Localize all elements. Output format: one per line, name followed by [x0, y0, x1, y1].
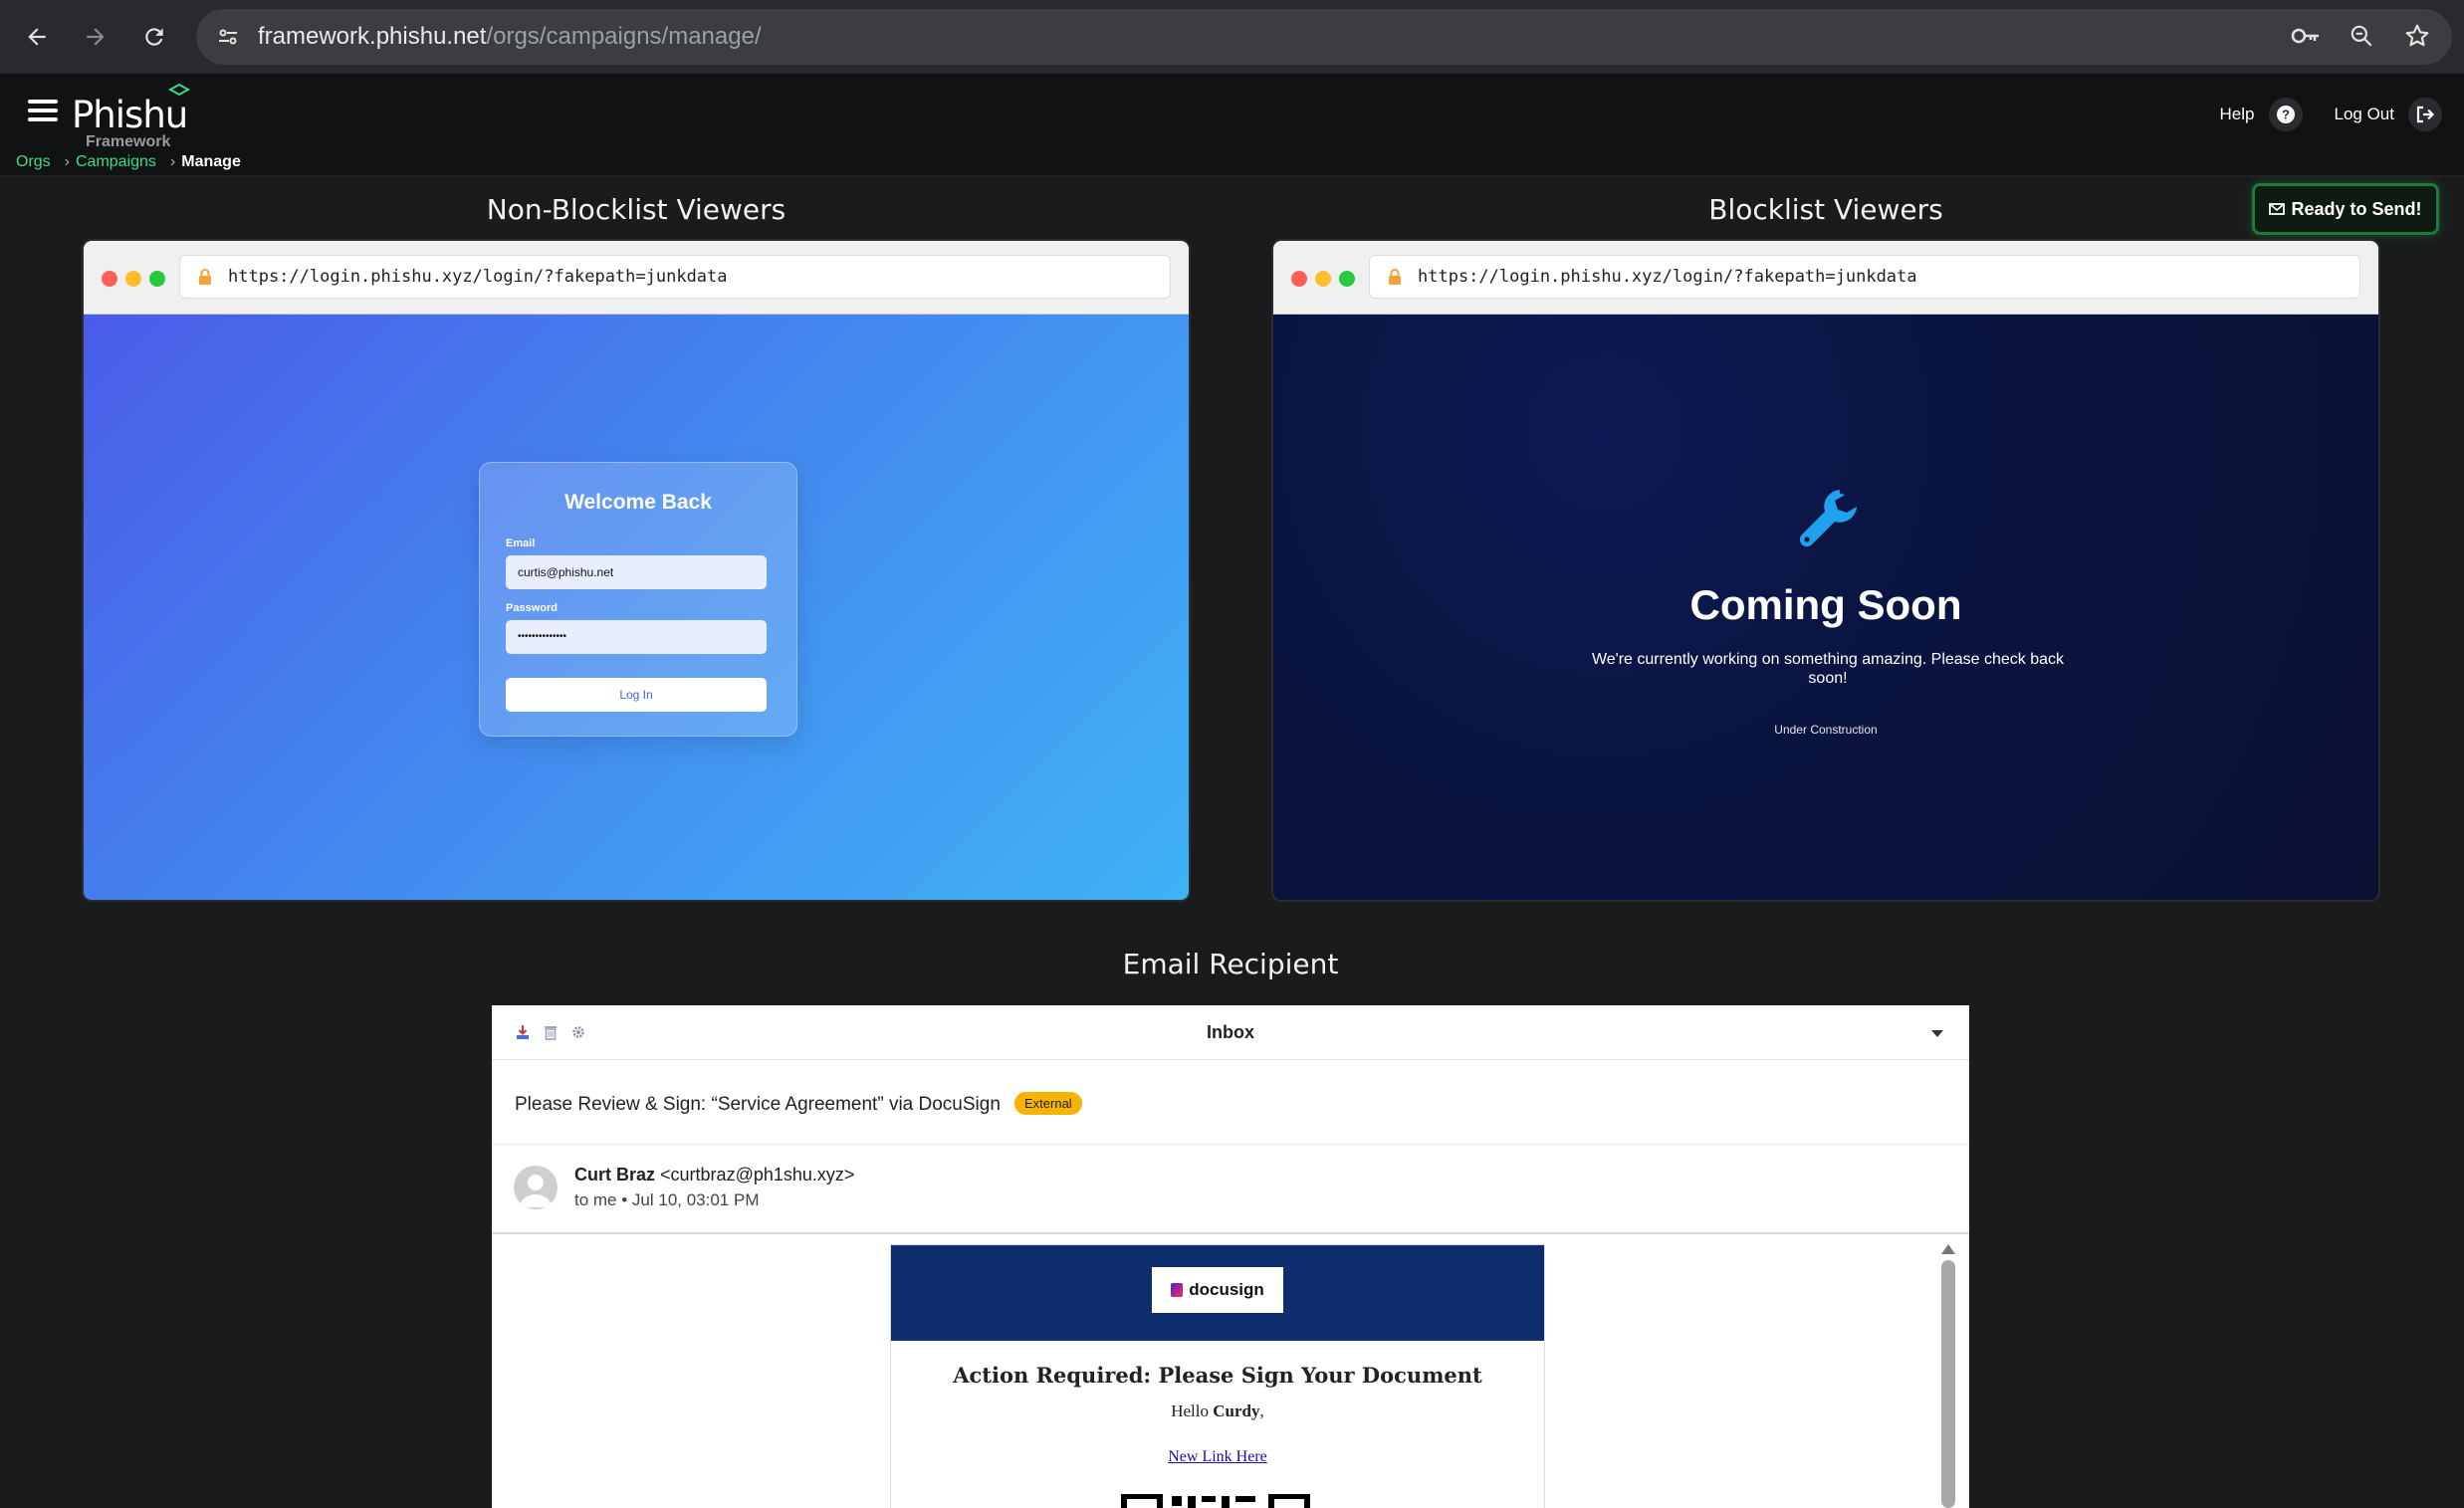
- under-construction-text: Under Construction: [1774, 723, 1878, 737]
- preview-url-text: https://login.phishu.xyz/login/?fakepath…: [1418, 267, 1917, 287]
- breadcrumb-campaigns[interactable]: Campaigns: [76, 153, 156, 171]
- url-text[interactable]: framework.phishu.net/orgs/campaigns/mana…: [258, 23, 762, 51]
- greeting-prefix: Hello: [1171, 1401, 1214, 1420]
- external-badge: External: [1014, 1092, 1082, 1115]
- ready-to-send-label: Ready to Send!: [2291, 198, 2422, 219]
- close-dot: [102, 271, 117, 287]
- login-title: Welcome Back: [564, 491, 712, 514]
- login-button[interactable]: Log In: [506, 678, 767, 712]
- email-recipient-title: Email Recipient: [1122, 948, 1339, 980]
- docusign-email-card: docusign Action Required: Please Sign Yo…: [890, 1244, 1545, 1508]
- coming-soon-preview: Coming Soon We're currently working on s…: [1273, 315, 2378, 900]
- blocklist-preview: https://login.phishu.xyz/login/?fakepath…: [1271, 239, 2380, 902]
- url-path: /orgs/campaigns/manage/: [486, 23, 762, 50]
- password-field[interactable]: ••••••••••••••: [506, 620, 767, 654]
- wrench-icon: [1799, 490, 1857, 547]
- password-label: Password: [506, 602, 558, 614]
- sender-line: Curt Braz <curtbraz@ph1shu.xyz>: [574, 1165, 854, 1185]
- chevron-down-icon[interactable]: [1931, 1030, 1943, 1037]
- email-subject-row: Please Review & Sign: “Service Agreement…: [492, 1061, 1969, 1145]
- preview-browser-bar: https://login.phishu.xyz/login/?fakepath…: [1273, 241, 2378, 315]
- blocklist-title: Blocklist Viewers: [1708, 193, 1943, 226]
- maximize-dot: [149, 271, 165, 287]
- email-body-title: Action Required: Please Sign Your Docume…: [953, 1363, 1482, 1388]
- preview-browser-bar: https://login.phishu.xyz/login/?fakepath…: [84, 241, 1189, 315]
- login-card: Welcome Back Email curtis@phishu.net Pas…: [479, 462, 797, 737]
- bookmark-star-icon[interactable]: [2400, 19, 2434, 53]
- avatar: [514, 1166, 558, 1209]
- breadcrumb-orgs[interactable]: Orgs: [16, 153, 51, 171]
- arrow-right-icon: [87, 28, 105, 46]
- back-button[interactable]: [13, 13, 61, 61]
- browser-toolbar: framework.phishu.net/orgs/campaigns/mana…: [0, 0, 2464, 74]
- sign-link[interactable]: New Link Here: [891, 1448, 1544, 1466]
- email-toolbar: Inbox: [492, 1005, 1969, 1060]
- logo-mark-icon: [168, 84, 190, 97]
- help-icon[interactable]: ?: [2268, 98, 2303, 131]
- breadcrumb-separator: ›: [64, 153, 70, 170]
- preview-url-text: https://login.phishu.xyz/login/?fakepath…: [228, 267, 728, 287]
- mail-icon: [2269, 203, 2286, 215]
- arrow-left-icon: [28, 28, 46, 46]
- zoom-icon[interactable]: [2345, 19, 2378, 53]
- email-subject: Please Review & Sign: “Service Agreement…: [515, 1094, 1001, 1115]
- logo[interactable]: Phishu Framework: [72, 84, 211, 150]
- logout-icon[interactable]: [2408, 98, 2442, 131]
- logo-subtitle: Framework: [86, 133, 171, 150]
- greeting-suffix: ,: [1259, 1401, 1264, 1420]
- svg-text:?: ?: [2282, 108, 2290, 122]
- site-settings-icon[interactable]: [212, 21, 244, 53]
- breadcrumb-separator: ›: [169, 153, 176, 170]
- logout-link[interactable]: Log Out: [2335, 105, 2395, 124]
- docusign-header: docusign: [891, 1245, 1544, 1341]
- menu-icon[interactable]: [28, 100, 58, 125]
- scroll-thumb[interactable]: [1941, 1260, 1955, 1508]
- non-blocklist-title: Non-Blocklist Viewers: [486, 193, 786, 226]
- email-greeting: Hello Curdy,: [891, 1401, 1544, 1421]
- email-body: docusign Action Required: Please Sign Yo…: [492, 1236, 1969, 1508]
- email-field[interactable]: curtis@phishu.net: [506, 555, 767, 589]
- close-dot: [1291, 271, 1307, 287]
- docusign-mark-icon: [1171, 1283, 1184, 1297]
- preview-url-bar: https://login.phishu.xyz/login/?fakepath…: [1369, 255, 2360, 299]
- email-scrollbar[interactable]: [1941, 1244, 1955, 1508]
- inbox-label[interactable]: Inbox: [492, 1022, 1969, 1043]
- qr-code: [1121, 1494, 1310, 1508]
- maximize-dot: [1339, 271, 1355, 287]
- help-link[interactable]: Help: [2220, 105, 2255, 124]
- docusign-logo: docusign: [1152, 1267, 1283, 1313]
- breadcrumb: Orgs › Campaigns › Manage: [16, 153, 241, 171]
- reload-button[interactable]: [130, 13, 178, 61]
- lock-icon: [1389, 269, 1401, 285]
- email-client: Inbox Please Review & Sign: “Service Agr…: [492, 1005, 1969, 1508]
- sender-email: <curtbraz@ph1shu.xyz>: [660, 1165, 855, 1185]
- coming-soon-text: We're currently working on something ama…: [1591, 651, 2065, 687]
- docusign-logo-text: docusign: [1189, 1280, 1264, 1299]
- sender-name: Curt Braz: [574, 1165, 656, 1185]
- non-blocklist-preview: https://login.phishu.xyz/login/?fakepath…: [82, 239, 1191, 902]
- key-icon[interactable]: [2289, 19, 2323, 53]
- breadcrumb-current: Manage: [181, 153, 241, 170]
- minimize-dot: [1315, 271, 1331, 287]
- forward-button[interactable]: [72, 13, 119, 61]
- email-label: Email: [506, 538, 536, 549]
- email-sender-row: Curt Braz <curtbraz@ph1shu.xyz> to me • …: [492, 1145, 1969, 1234]
- address-bar[interactable]: framework.phishu.net/orgs/campaigns/mana…: [196, 9, 2452, 65]
- scroll-up-icon[interactable]: [1941, 1244, 1955, 1254]
- recipient-name: Curdy: [1213, 1401, 1260, 1420]
- login-page-preview: Welcome Back Email curtis@phishu.net Pas…: [84, 315, 1189, 900]
- preview-url-bar: https://login.phishu.xyz/login/?fakepath…: [179, 255, 1171, 299]
- coming-soon-title: Coming Soon: [1689, 581, 1962, 628]
- email-meta: to me • Jul 10, 03:01 PM: [574, 1190, 760, 1209]
- reload-icon: [145, 28, 163, 46]
- lock-icon: [199, 269, 211, 285]
- minimize-dot: [125, 271, 141, 287]
- app-header: Phishu Framework Orgs › Campaigns › Mana…: [0, 74, 2464, 177]
- url-host: framework.phishu.net: [258, 23, 487, 50]
- ready-to-send-button[interactable]: Ready to Send!: [2252, 183, 2439, 235]
